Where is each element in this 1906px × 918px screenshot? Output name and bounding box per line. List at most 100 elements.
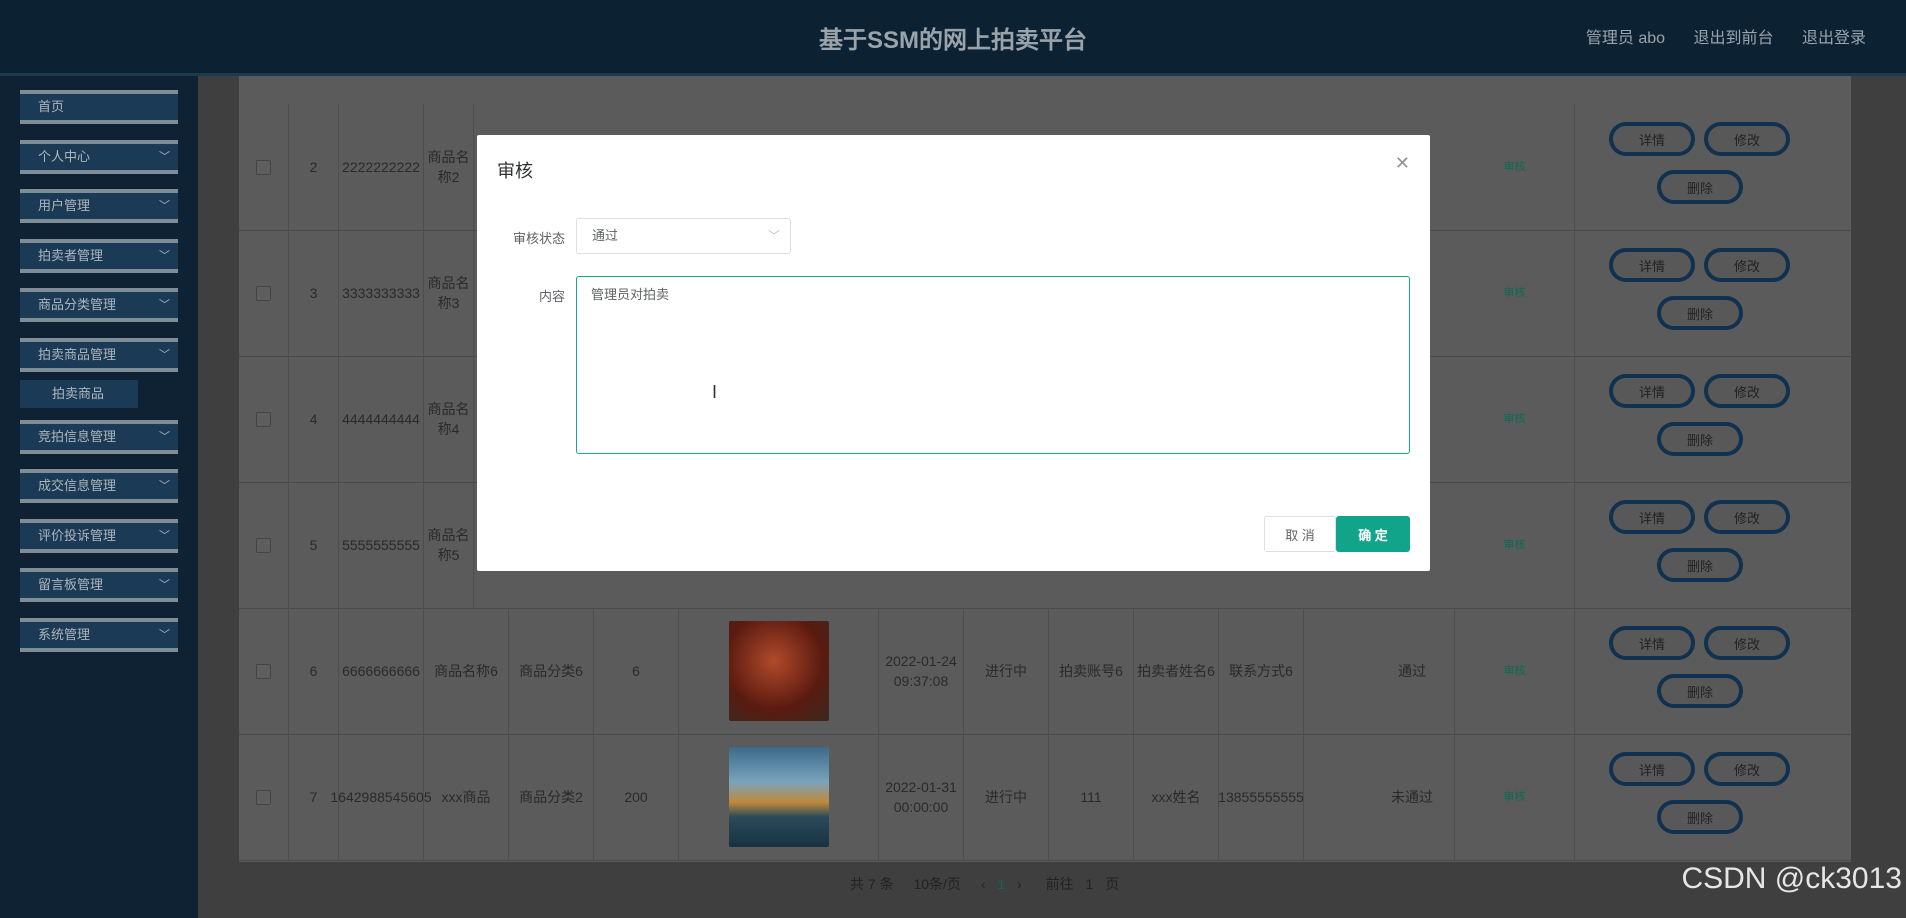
edit-button[interactable]: 修改 xyxy=(1704,248,1790,282)
edit-button[interactable]: 修改 xyxy=(1704,500,1790,534)
row-price: 6 xyxy=(594,608,679,734)
audit-dialog: 审核 ✕ 审核状态 通过 ﹀ 内容 管理员对拍卖 取 消 确 定 xyxy=(477,135,1430,571)
chevron-down-icon: ﹀ xyxy=(159,530,170,542)
detail-button[interactable]: 详情 xyxy=(1609,752,1695,786)
sidebar-item-messages[interactable]: 留言板管理 ﹀ xyxy=(20,568,178,602)
confirm-button[interactable]: 确 定 xyxy=(1336,516,1410,552)
sidebar-item-label: 竞拍信息管理 xyxy=(38,429,117,444)
product-thumbnail xyxy=(728,747,829,847)
detail-button[interactable]: 详情 xyxy=(1609,122,1695,156)
logout-link[interactable]: 退出登录 xyxy=(1802,30,1866,47)
audit-link[interactable]: 审核 xyxy=(1504,157,1526,177)
chevron-down-icon: ﹀ xyxy=(159,349,170,361)
goto-label: 前往 xyxy=(1045,876,1074,892)
sidebar-item-label: 个人中心 xyxy=(38,149,91,164)
sidebar-item-deals[interactable]: 成交信息管理 ﹀ xyxy=(20,469,178,503)
sidebar-item-sellers[interactable]: 拍卖者管理 ﹀ xyxy=(20,239,178,273)
text-cursor-icon: I xyxy=(712,382,718,402)
row-name: 商品名称6 xyxy=(424,608,509,734)
sidebar-item-label: 成交信息管理 xyxy=(38,478,117,493)
chevron-down-icon: ﹀ xyxy=(159,250,170,262)
sidebar-item-home[interactable]: 首页 xyxy=(20,90,178,124)
goto-input[interactable]: 1 xyxy=(1086,876,1094,892)
row-account: 拍卖账号6 xyxy=(1049,608,1134,734)
delete-button[interactable]: 删除 xyxy=(1657,296,1743,330)
watermark: CSDN @ck3013 xyxy=(1681,862,1902,895)
edit-button[interactable]: 修改 xyxy=(1704,122,1790,156)
status-label: 审核状态 xyxy=(512,231,565,246)
header-nav: 管理员 abo 退出到前台 退出登录 xyxy=(1562,24,1866,48)
audit-link[interactable]: 审核 xyxy=(1504,283,1526,303)
audit-link[interactable]: 审核 xyxy=(1504,787,1526,807)
chevron-down-icon: ﹀ xyxy=(159,299,170,311)
row-checkbox[interactable] xyxy=(256,789,271,805)
product-thumbnail xyxy=(728,621,829,721)
row-index: 6 xyxy=(289,608,339,734)
delete-button[interactable]: 删除 xyxy=(1657,800,1743,834)
page-size-select[interactable]: 10条/页 xyxy=(913,876,960,892)
row-review: 通过 xyxy=(1370,608,1455,734)
row-checkbox[interactable] xyxy=(256,411,271,427)
sidebar-item-label: 首页 xyxy=(38,99,65,114)
row-checkbox[interactable] xyxy=(256,159,271,175)
chevron-down-icon: ﹀ xyxy=(159,431,170,443)
row-status: 进行中 xyxy=(964,608,1049,734)
sidebar-item-bids[interactable]: 竞拍信息管理 ﹀ xyxy=(20,420,178,454)
chevron-down-icon: ﹀ xyxy=(159,200,170,212)
edit-button[interactable]: 修改 xyxy=(1704,626,1790,660)
detail-button[interactable]: 详情 xyxy=(1609,626,1695,660)
row-contact: 联系方式6 xyxy=(1219,608,1304,734)
sidebar-item-label: 用户管理 xyxy=(38,198,91,213)
audit-link[interactable]: 审核 xyxy=(1504,535,1526,555)
detail-button[interactable]: 详情 xyxy=(1609,374,1695,408)
edit-button[interactable]: 修改 xyxy=(1704,374,1790,408)
status-select-value: 通过 xyxy=(592,228,619,243)
sidebar-item-auction-goods[interactable]: 拍卖商品管理 ﹀ xyxy=(20,338,178,372)
sidebar-item-complaints[interactable]: 评价投诉管理 ﹀ xyxy=(20,519,178,553)
pagination: 共 7 条 10条/页 ‹ 1 › 前往 1 页 xyxy=(850,874,1119,894)
detail-button[interactable]: 详情 xyxy=(1609,248,1695,282)
status-select[interactable]: 通过 ﹀ xyxy=(576,218,791,254)
sidebar-item-system[interactable]: 系统管理 ﹀ xyxy=(20,618,178,652)
row-seller: 拍卖者姓名6 xyxy=(1134,608,1219,734)
row-seller: xxx姓名 xyxy=(1134,734,1219,860)
row-no: 6666666666 xyxy=(339,608,424,734)
row-index: 5 xyxy=(289,482,339,608)
sidebar-item-users[interactable]: 用户管理 ﹀ xyxy=(20,189,178,223)
row-price: 200 xyxy=(594,734,679,860)
sidebar-item-categories[interactable]: 商品分类管理 ﹀ xyxy=(20,288,178,322)
table-row: 6 6666666666 商品名称6 商品分类6 6 2022-01-24 09… xyxy=(239,608,1851,735)
chevron-down-icon: ﹀ xyxy=(159,579,170,591)
row-checkbox[interactable] xyxy=(256,537,271,553)
row-name: 商品名称3 xyxy=(424,230,474,356)
sidebar-item-profile[interactable]: 个人中心 ﹀ xyxy=(20,140,178,174)
content-textarea[interactable]: 管理员对拍卖 xyxy=(576,276,1410,454)
audit-link[interactable]: 审核 xyxy=(1504,409,1526,429)
table-row: 7 1642988545605 xxx商品 商品分类2 200 2022-01-… xyxy=(239,734,1851,861)
current-page[interactable]: 1 xyxy=(997,876,1005,892)
close-icon[interactable]: ✕ xyxy=(1395,153,1410,174)
goto-front-link[interactable]: 退出到前台 xyxy=(1694,30,1774,47)
sidebar-item-label: 商品分类管理 xyxy=(38,297,117,312)
delete-button[interactable]: 删除 xyxy=(1657,422,1743,456)
detail-button[interactable]: 详情 xyxy=(1609,500,1695,534)
sidebar-item-label: 拍卖商品管理 xyxy=(38,347,117,362)
sidebar-item-label: 拍卖者管理 xyxy=(38,248,104,263)
delete-button[interactable]: 删除 xyxy=(1657,674,1743,708)
row-no: 3333333333 xyxy=(339,230,424,356)
prev-page-icon[interactable]: ‹ xyxy=(981,876,986,892)
audit-link[interactable]: 审核 xyxy=(1504,661,1526,681)
delete-button[interactable]: 删除 xyxy=(1657,548,1743,582)
row-contact: 13855555555 xyxy=(1218,734,1304,860)
row-no: 4444444444 xyxy=(339,356,424,482)
edit-button[interactable]: 修改 xyxy=(1704,752,1790,786)
delete-button[interactable]: 删除 xyxy=(1657,170,1743,204)
sidebar-subitem-auction-goods[interactable]: 拍卖商品 xyxy=(20,380,138,408)
chevron-down-icon: ﹀ xyxy=(159,480,170,492)
row-checkbox[interactable] xyxy=(256,285,271,301)
admin-user-label: 管理员 abo xyxy=(1585,30,1666,47)
next-page-icon[interactable]: › xyxy=(1017,876,1022,892)
row-image xyxy=(679,734,879,860)
row-checkbox[interactable] xyxy=(256,663,271,679)
cancel-button[interactable]: 取 消 xyxy=(1264,516,1336,552)
